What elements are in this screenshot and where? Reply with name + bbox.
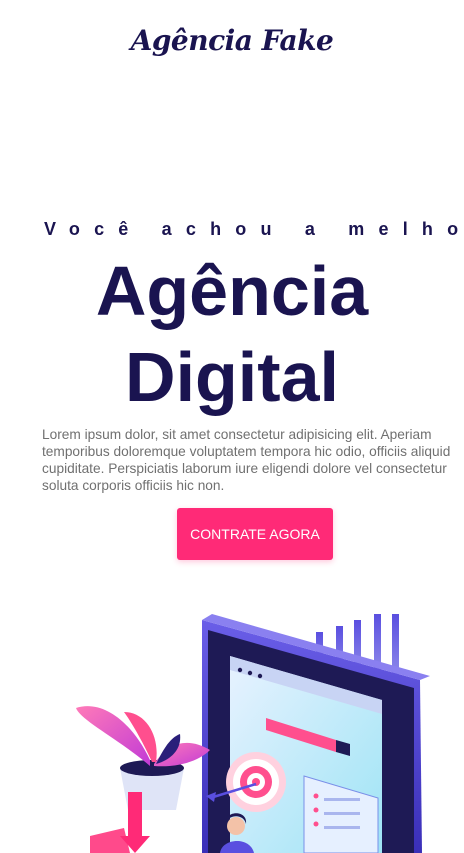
- digital-agency-illustration: [76, 614, 430, 853]
- brand-logo[interactable]: Agência Fake: [0, 24, 464, 57]
- landing-page: Agência Fake Você achou a melhor Agência…: [0, 0, 464, 853]
- hero-description: Lorem ipsum dolor, sit amet consectetur …: [42, 427, 451, 493]
- hero-title-line-2: Digital: [125, 338, 339, 416]
- hero-tagline: Você achou a melhor: [44, 219, 464, 239]
- cursor-arrow-icon: [90, 792, 150, 853]
- plant-icon: [76, 706, 210, 810]
- hero-title: Agência Digital: [0, 248, 464, 420]
- hero-title-line-1: Agência: [95, 252, 369, 330]
- hire-now-button[interactable]: CONTRATE AGORA: [177, 508, 333, 560]
